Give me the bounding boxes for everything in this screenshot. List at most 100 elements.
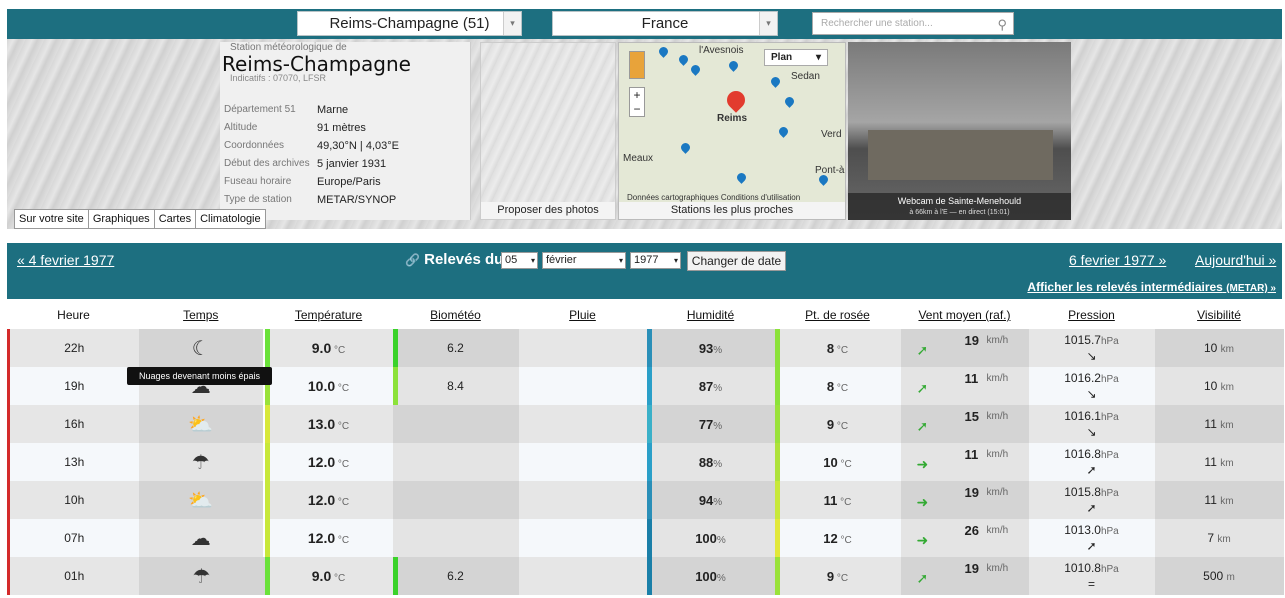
station-pin-icon[interactable] xyxy=(657,45,670,58)
col-temperature[interactable]: Température xyxy=(265,301,393,329)
month-value: février xyxy=(546,254,577,266)
map-city-label: Pont-à xyxy=(815,165,845,176)
table-row: 10h ⛅ 12.0 °C 94% 11 °C ➜ 19 km/h 1015.8hPa ➚ 11 k… xyxy=(7,481,1284,519)
cell-weather[interactable]: ☁ xyxy=(138,519,265,557)
col-wind[interactable]: Vent moyen (raf.) xyxy=(901,301,1029,329)
year-select[interactable]: 1977 ▾ xyxy=(630,252,681,269)
cell-weather[interactable]: ☾ xyxy=(138,329,265,367)
cell-weather[interactable]: ☂ xyxy=(138,557,265,595)
cell-rain xyxy=(518,405,647,443)
cell-weather[interactable]: ⛅ xyxy=(138,481,265,519)
search-input[interactable]: Rechercher une station... ⚲ xyxy=(812,12,1014,35)
pressure-unit: hPa xyxy=(1100,450,1119,461)
cell-temperature: 13.0 °C xyxy=(264,405,393,443)
tab-maps[interactable]: Cartes xyxy=(155,210,197,228)
cell-weather[interactable]: ☂ xyxy=(138,443,265,481)
col-biometeo[interactable]: Biométéo xyxy=(393,301,519,329)
street-view-icon[interactable] xyxy=(629,51,645,79)
info-key: Coordonnées xyxy=(224,140,285,151)
search-icon[interactable]: ⚲ xyxy=(997,14,1007,35)
month-select[interactable]: février ▾ xyxy=(542,252,626,269)
drizzle-icon[interactable]: ☁ xyxy=(191,528,211,550)
station-pin-icon[interactable] xyxy=(783,95,796,108)
humidity-unit: % xyxy=(713,382,723,394)
dewpoint-unit: °C xyxy=(834,572,849,584)
rain-icon[interactable]: ☂ xyxy=(192,452,210,474)
map-type-label: Plan xyxy=(771,52,793,63)
cell-humidity: 93% xyxy=(646,329,775,367)
chevron-down-icon: ▾ xyxy=(503,12,521,35)
day-select[interactable]: 05 ▾ xyxy=(501,252,538,269)
wind-direction-icon: ➜ xyxy=(916,456,929,472)
station-pin-icon[interactable] xyxy=(727,59,740,72)
station-pin-icon[interactable] xyxy=(677,53,690,66)
station-pin-icon[interactable] xyxy=(777,125,790,138)
temperature-value: 12.0 xyxy=(307,454,336,470)
webcam-panel[interactable]: Webcam de Sainte-Menehould à 66km à l'E … xyxy=(848,42,1071,220)
pressure-value: 1016.1 xyxy=(1064,409,1101,423)
today-link[interactable]: Aujourd'hui » xyxy=(1195,252,1276,268)
pressure-unit: hPa xyxy=(1100,564,1119,575)
partly-cloudy-icon[interactable]: ⛅ xyxy=(188,490,213,512)
col-visibility[interactable]: Visibilité xyxy=(1155,301,1284,329)
clear-night-icon[interactable]: ☾ xyxy=(192,338,210,360)
rain-icon[interactable]: ☂ xyxy=(193,566,211,588)
station-select[interactable]: Reims-Champagne (51) ▾ xyxy=(297,11,522,36)
info-value: Europe/Paris xyxy=(317,176,381,188)
wind-unit: km/h xyxy=(986,449,1009,460)
photos-panel[interactable]: Proposer des photos xyxy=(480,42,616,220)
map-attribution[interactable]: Données cartographiques Conditions d'uti… xyxy=(627,193,800,202)
info-row-department: Département 51 Marne xyxy=(224,104,469,122)
chevron-down-icon: ▾ xyxy=(759,12,777,35)
col-dewpoint[interactable]: Pt. de rosée xyxy=(775,301,901,329)
wind-unit: km/h xyxy=(986,525,1009,536)
temperature-unit: °C xyxy=(331,573,346,584)
change-date-button[interactable]: Changer de date xyxy=(687,251,786,271)
pressure-value: 1016.8 xyxy=(1064,447,1101,461)
previous-day-link[interactable]: « 4 fevrier 1977 xyxy=(17,252,114,268)
col-rain[interactable]: Pluie xyxy=(519,301,647,329)
map-city-label: Meaux xyxy=(623,153,654,164)
nearby-stations-link[interactable]: Stations les plus proches xyxy=(619,202,845,219)
station-pin-icon[interactable] xyxy=(769,75,782,88)
show-intermediate-link[interactable]: Afficher les relevés intermédiaires (MET… xyxy=(1027,280,1276,294)
info-key: Début des archives xyxy=(224,158,310,169)
station-pin-icon[interactable] xyxy=(679,141,692,154)
map-type-select[interactable]: Plan ▾ xyxy=(764,49,828,66)
nearby-stations-map[interactable]: Plan ▾ + − l'Avesnois Sedan Reims Meaux P… xyxy=(618,42,846,220)
table-row: 13h ☂ 12.0 °C 88% 10 °C ➜ 11 km/h 1016.8hPa ➚ 11 k… xyxy=(7,443,1284,481)
pressure-trend-icon: ↘ xyxy=(1086,425,1097,439)
cell-weather[interactable]: ⛅ xyxy=(138,405,265,443)
temperature-unit: °C xyxy=(335,421,350,432)
col-humidity[interactable]: Humidité xyxy=(647,301,775,329)
selected-station-pin-icon[interactable] xyxy=(723,87,749,113)
info-value: Marne xyxy=(317,104,349,116)
tab-graphs[interactable]: Graphiques xyxy=(89,210,155,228)
info-row-archive-start: Début des archives 5 janvier 1931 xyxy=(224,158,469,176)
country-select[interactable]: France ▾ xyxy=(552,11,778,36)
temperature-color-bar xyxy=(264,557,270,595)
cell-wind: ➚ 15 km/h xyxy=(900,405,1029,443)
humidity-value: 100 xyxy=(695,530,717,546)
cell-biometeo xyxy=(392,481,519,519)
dewpoint-unit: °C xyxy=(834,382,849,394)
temperature-value: 13.0 xyxy=(307,416,336,432)
next-day-link[interactable]: 6 fevrier 1977 » xyxy=(1069,252,1166,268)
zoom-control[interactable]: + − xyxy=(629,87,645,117)
propose-photos-link[interactable]: Proposer des photos xyxy=(481,202,615,219)
tab-embed[interactable]: Sur votre site xyxy=(15,210,89,228)
tab-climatology[interactable]: Climatologie xyxy=(196,210,265,228)
humidity-unit: % xyxy=(716,572,726,584)
cell-humidity: 87% xyxy=(646,367,775,405)
col-pressure[interactable]: Pression xyxy=(1029,301,1155,329)
partly-cloudy-icon[interactable]: ⛅ xyxy=(188,414,213,436)
cell-humidity: 94% xyxy=(646,481,775,519)
visibility-value: 11 xyxy=(1204,493,1217,507)
cell-wind: ➚ 19 km/h xyxy=(900,557,1029,595)
col-weather[interactable]: Temps xyxy=(139,301,265,329)
humidity-color-bar xyxy=(646,481,652,519)
map-city-label: Reims xyxy=(717,113,748,124)
station-pin-icon[interactable] xyxy=(689,63,702,76)
station-pin-icon[interactable] xyxy=(735,171,748,184)
chevron-down-icon: ▾ xyxy=(530,256,535,265)
